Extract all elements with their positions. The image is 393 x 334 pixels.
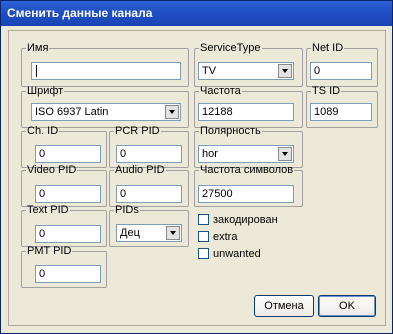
checkbox-box[interactable] (198, 231, 209, 242)
font-select[interactable]: ISO 6937 Latin (31, 103, 181, 121)
service-type-label: ServiceType (200, 42, 261, 54)
ts-id-input[interactable]: 1089 (310, 103, 372, 121)
extra-checkbox-label: extra (213, 231, 238, 243)
checkbox-box[interactable] (198, 248, 209, 259)
symbol-rate-value: 27500 (202, 188, 233, 200)
audio-pid-input[interactable]: 0 (116, 185, 182, 203)
checkbox-box[interactable] (198, 214, 209, 225)
frequency-value: 12188 (202, 106, 233, 118)
net-id-input[interactable]: 0 (310, 62, 372, 80)
frequency-label: Частота (200, 85, 241, 97)
cancel-button[interactable]: Отмена (254, 295, 314, 317)
chevron-down-icon[interactable] (165, 105, 179, 119)
video-pid-input[interactable]: 0 (35, 185, 101, 203)
dialog-window: Сменить данные канала Имя ServiceType TV… (0, 0, 393, 334)
title-bar[interactable]: Сменить данные канала (1, 1, 392, 26)
font-value: ISO 6937 Latin (35, 106, 109, 118)
audio-pid-value: 0 (120, 188, 127, 200)
net-id-value: 0 (314, 65, 321, 77)
audio-pid-label: Audio PID (115, 164, 165, 176)
ts-id-label: TS ID (312, 85, 341, 97)
encoded-checkbox-label: закодирован (213, 214, 278, 226)
text-pid-value: 0 (39, 228, 46, 240)
window-title: Сменить данные канала (7, 6, 153, 20)
ch-id-label: Ch. ID (27, 125, 59, 137)
font-label: Шрифт (27, 85, 64, 97)
ok-button[interactable]: OK (318, 295, 376, 317)
name-input[interactable] (31, 62, 181, 80)
pmt-pid-label: PMT PID (27, 245, 72, 257)
chevron-down-icon[interactable] (278, 147, 292, 161)
name-label: Имя (27, 42, 49, 54)
ch-id-value: 0 (39, 148, 46, 160)
ts-id-value: 1089 (314, 106, 339, 118)
polarity-label: Полярность (200, 125, 261, 137)
dialog-body: Имя ServiceType TV Net ID 0 Шрифт ISO 69… (8, 30, 386, 326)
pmt-pid-input[interactable]: 0 (35, 265, 101, 283)
service-type-value: TV (202, 65, 217, 77)
service-type-select[interactable]: TV (198, 62, 294, 80)
pids-select[interactable]: Дец (116, 224, 182, 242)
video-pid-label: Video PID (27, 164, 77, 176)
text-caret (36, 65, 37, 78)
text-pid-input[interactable]: 0 (35, 225, 101, 243)
pcr-pid-input[interactable]: 0 (116, 145, 182, 163)
frequency-input[interactable]: 12188 (198, 103, 294, 121)
chevron-down-icon[interactable] (166, 226, 180, 240)
unwanted-checkbox-label: unwanted (213, 248, 261, 260)
net-id-label: Net ID (312, 42, 344, 54)
pids-value: Дец (120, 227, 140, 239)
unwanted-checkbox[interactable]: unwanted (198, 248, 261, 261)
pcr-pid-value: 0 (120, 148, 127, 160)
chevron-down-icon[interactable] (278, 64, 292, 78)
video-pid-value: 0 (39, 188, 46, 200)
extra-checkbox[interactable]: extra (198, 231, 237, 244)
polarity-value: hor (202, 148, 218, 160)
pmt-pid-value: 0 (39, 268, 46, 280)
text-pid-label: Text PID (27, 204, 69, 216)
pcr-pid-label: PCR PID (115, 125, 160, 137)
ch-id-input[interactable]: 0 (35, 145, 101, 163)
symbol-rate-label: Частота символов (200, 164, 294, 176)
polarity-select[interactable]: hor (198, 145, 294, 163)
encoded-checkbox[interactable]: закодирован (198, 214, 278, 227)
pids-label: PIDs (115, 204, 139, 216)
symbol-rate-input[interactable]: 27500 (198, 185, 294, 203)
